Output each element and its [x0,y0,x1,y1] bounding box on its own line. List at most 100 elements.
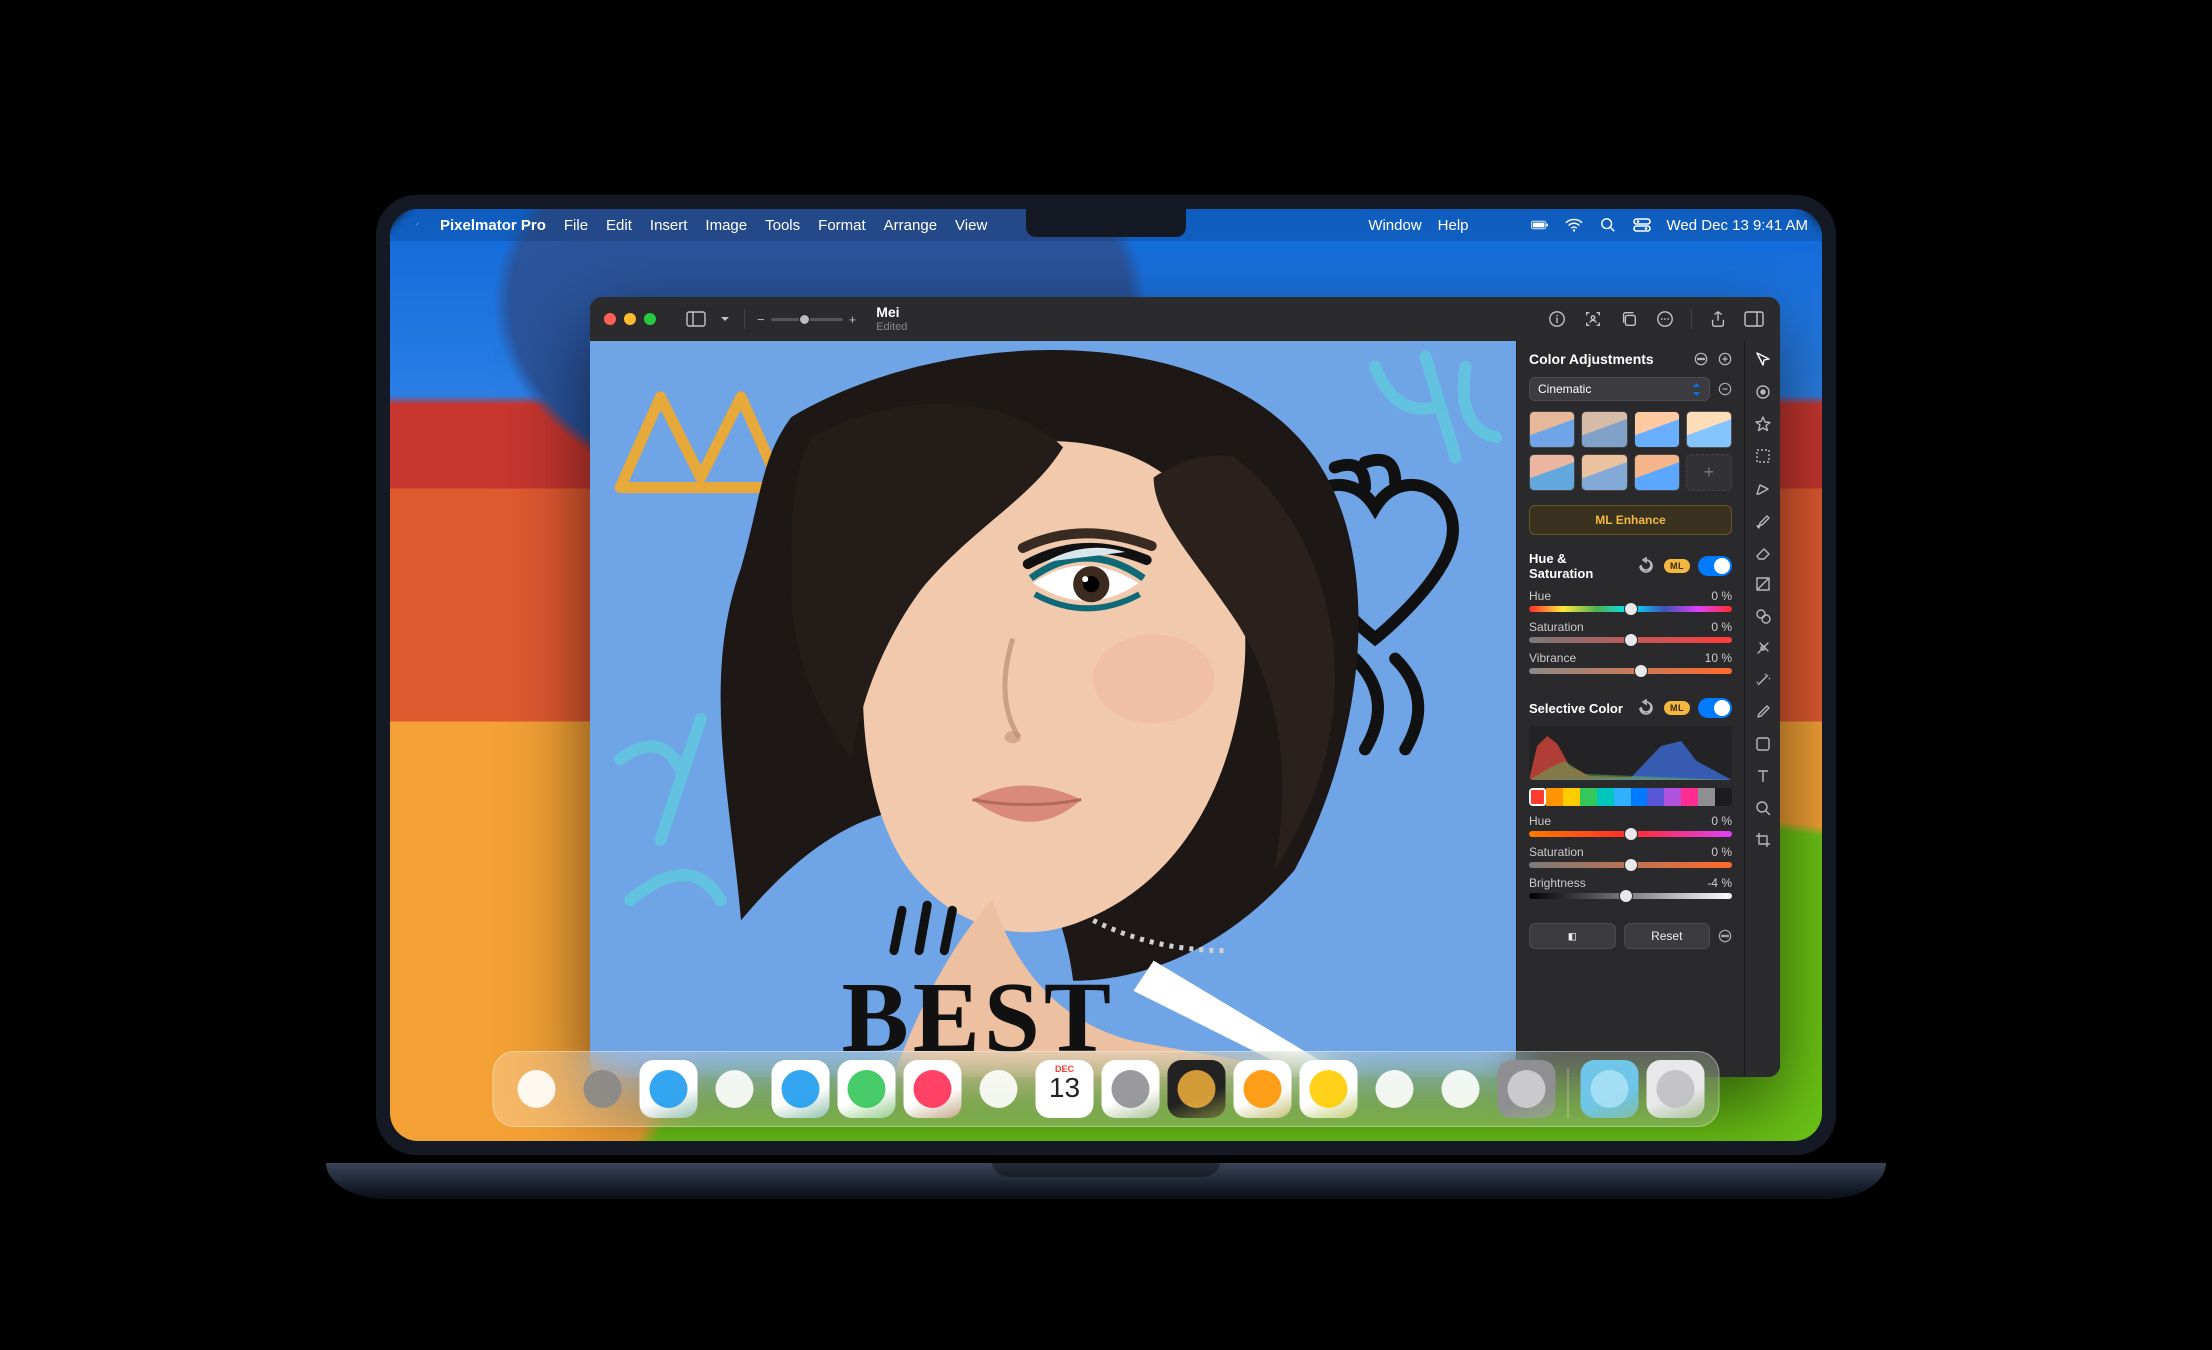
zoom-in-icon[interactable]: + [849,312,857,327]
dock-mail-icon[interactable] [772,1060,830,1118]
menu-image[interactable]: Image [705,217,747,234]
tool-color-picker-icon[interactable] [1752,701,1774,723]
reset-button[interactable]: Reset [1624,923,1711,949]
wifi-icon[interactable] [1565,216,1583,234]
more-icon[interactable] [1653,307,1677,331]
color-swatch[interactable] [1529,788,1546,806]
hue-sat-toggle[interactable] [1698,556,1732,576]
dock-calendar-icon[interactable]: DEC13 [1036,1060,1094,1118]
color-swatch[interactable] [1614,788,1631,806]
app-name[interactable]: Pixelmator Pro [440,217,546,234]
preset-clear-icon[interactable] [1718,382,1732,396]
color-swatch[interactable] [1715,788,1732,806]
sc-saturation-slider[interactable] [1529,862,1732,868]
subject-detect-icon[interactable] [1581,307,1605,331]
preset-thumb[interactable] [1634,411,1680,448]
zoom-out-icon[interactable]: − [757,312,765,327]
control-center-icon[interactable] [1633,216,1651,234]
menu-edit[interactable]: Edit [606,217,632,234]
zoom-slider[interactable]: − + [757,312,856,327]
close-button[interactable] [604,313,616,325]
saturation-slider[interactable] [1529,637,1732,643]
fullscreen-button[interactable] [644,313,656,325]
color-swatch[interactable] [1647,788,1664,806]
dock-pixelmator-icon[interactable] [1168,1060,1226,1118]
dock-maps-icon[interactable] [838,1060,896,1118]
menu-arrange[interactable]: Arrange [884,217,937,234]
dock-appstore-icon[interactable] [1432,1060,1490,1118]
preset-thumb[interactable] [1686,411,1732,448]
sc-hue-slider[interactable] [1529,831,1732,837]
sidebar-toggle-icon[interactable] [684,307,708,331]
preset-select[interactable]: Cinematic [1529,377,1710,401]
preset-thumb[interactable] [1581,411,1627,448]
tool-pen-icon[interactable] [1752,477,1774,499]
menu-window[interactable]: Window [1368,217,1421,234]
minimize-button[interactable] [624,313,636,325]
footer-more-icon[interactable] [1718,929,1732,943]
tool-marquee-icon[interactable] [1752,445,1774,467]
tool-clone-icon[interactable] [1752,605,1774,627]
panel-options-icon[interactable] [1694,352,1708,366]
dock-reminders-icon[interactable] [1234,1060,1292,1118]
compare-button[interactable]: ◧ [1529,923,1616,949]
menu-help[interactable]: Help [1438,217,1469,234]
add-preset-button[interactable]: + [1686,454,1732,491]
menu-file[interactable]: File [564,217,588,234]
editing-canvas[interactable]: BEST [590,341,1516,1077]
dock-facetime-icon[interactable] [970,1060,1028,1118]
ml-enhance-button[interactable]: ML Enhance [1529,505,1732,535]
color-swatch[interactable] [1597,788,1614,806]
duplicate-icon[interactable] [1617,307,1641,331]
tool-eraser-icon[interactable] [1752,541,1774,563]
dock-trash-icon[interactable] [1647,1060,1705,1118]
color-swatch[interactable] [1681,788,1698,806]
tool-gradient-icon[interactable] [1752,573,1774,595]
dock-music-icon[interactable] [1366,1060,1424,1118]
menubar-clock[interactable]: Wed Dec 13 9:41 AM [1667,217,1808,234]
selective-color-toggle[interactable] [1698,698,1732,718]
tool-star-icon[interactable] [1752,413,1774,435]
spotlight-icon[interactable] [1599,216,1617,234]
color-swatch[interactable] [1546,788,1563,806]
tool-repair-icon[interactable] [1752,637,1774,659]
menu-tools[interactable]: Tools [765,217,800,234]
dock-notes-icon[interactable] [1300,1060,1358,1118]
tool-style-icon[interactable] [1752,381,1774,403]
layers-panel-icon[interactable] [1742,307,1766,331]
dock-finder-icon[interactable] [508,1060,566,1118]
color-swatch[interactable] [1664,788,1681,806]
sidebar-dropdown-icon[interactable] [718,307,732,331]
tool-text-icon[interactable] [1752,765,1774,787]
color-swatch[interactable] [1563,788,1580,806]
reset-icon[interactable] [1638,699,1656,717]
color-swatch[interactable] [1698,788,1715,806]
tool-zoom-icon[interactable] [1752,797,1774,819]
sc-brightness-slider[interactable] [1529,893,1732,899]
preset-thumb[interactable] [1581,454,1627,491]
vibrance-slider[interactable] [1529,668,1732,674]
color-swatch[interactable] [1580,788,1597,806]
preset-thumb[interactable] [1634,454,1680,491]
apple-logo-icon[interactable] [404,216,422,234]
dock-messages-icon[interactable] [706,1060,764,1118]
menu-insert[interactable]: Insert [650,217,688,234]
dock-contacts-icon[interactable] [1102,1060,1160,1118]
share-icon[interactable] [1706,307,1730,331]
tool-crop-icon[interactable] [1752,829,1774,851]
dock-safari-icon[interactable] [640,1060,698,1118]
battery-icon[interactable] [1531,216,1549,234]
color-swatch[interactable] [1631,788,1648,806]
preset-thumb[interactable] [1529,454,1575,491]
info-icon[interactable] [1545,307,1569,331]
dock-settings-icon[interactable] [1498,1060,1556,1118]
tool-arrow-icon[interactable] [1752,349,1774,371]
menu-view[interactable]: View [955,217,987,234]
tool-brush-icon[interactable] [1752,509,1774,531]
dock-launchpad-icon[interactable] [574,1060,632,1118]
dock-folder-icon[interactable] [1581,1060,1639,1118]
preset-thumb[interactable] [1529,411,1575,448]
dock-photos-icon[interactable] [904,1060,962,1118]
menu-format[interactable]: Format [818,217,866,234]
tool-magic-icon[interactable] [1752,669,1774,691]
